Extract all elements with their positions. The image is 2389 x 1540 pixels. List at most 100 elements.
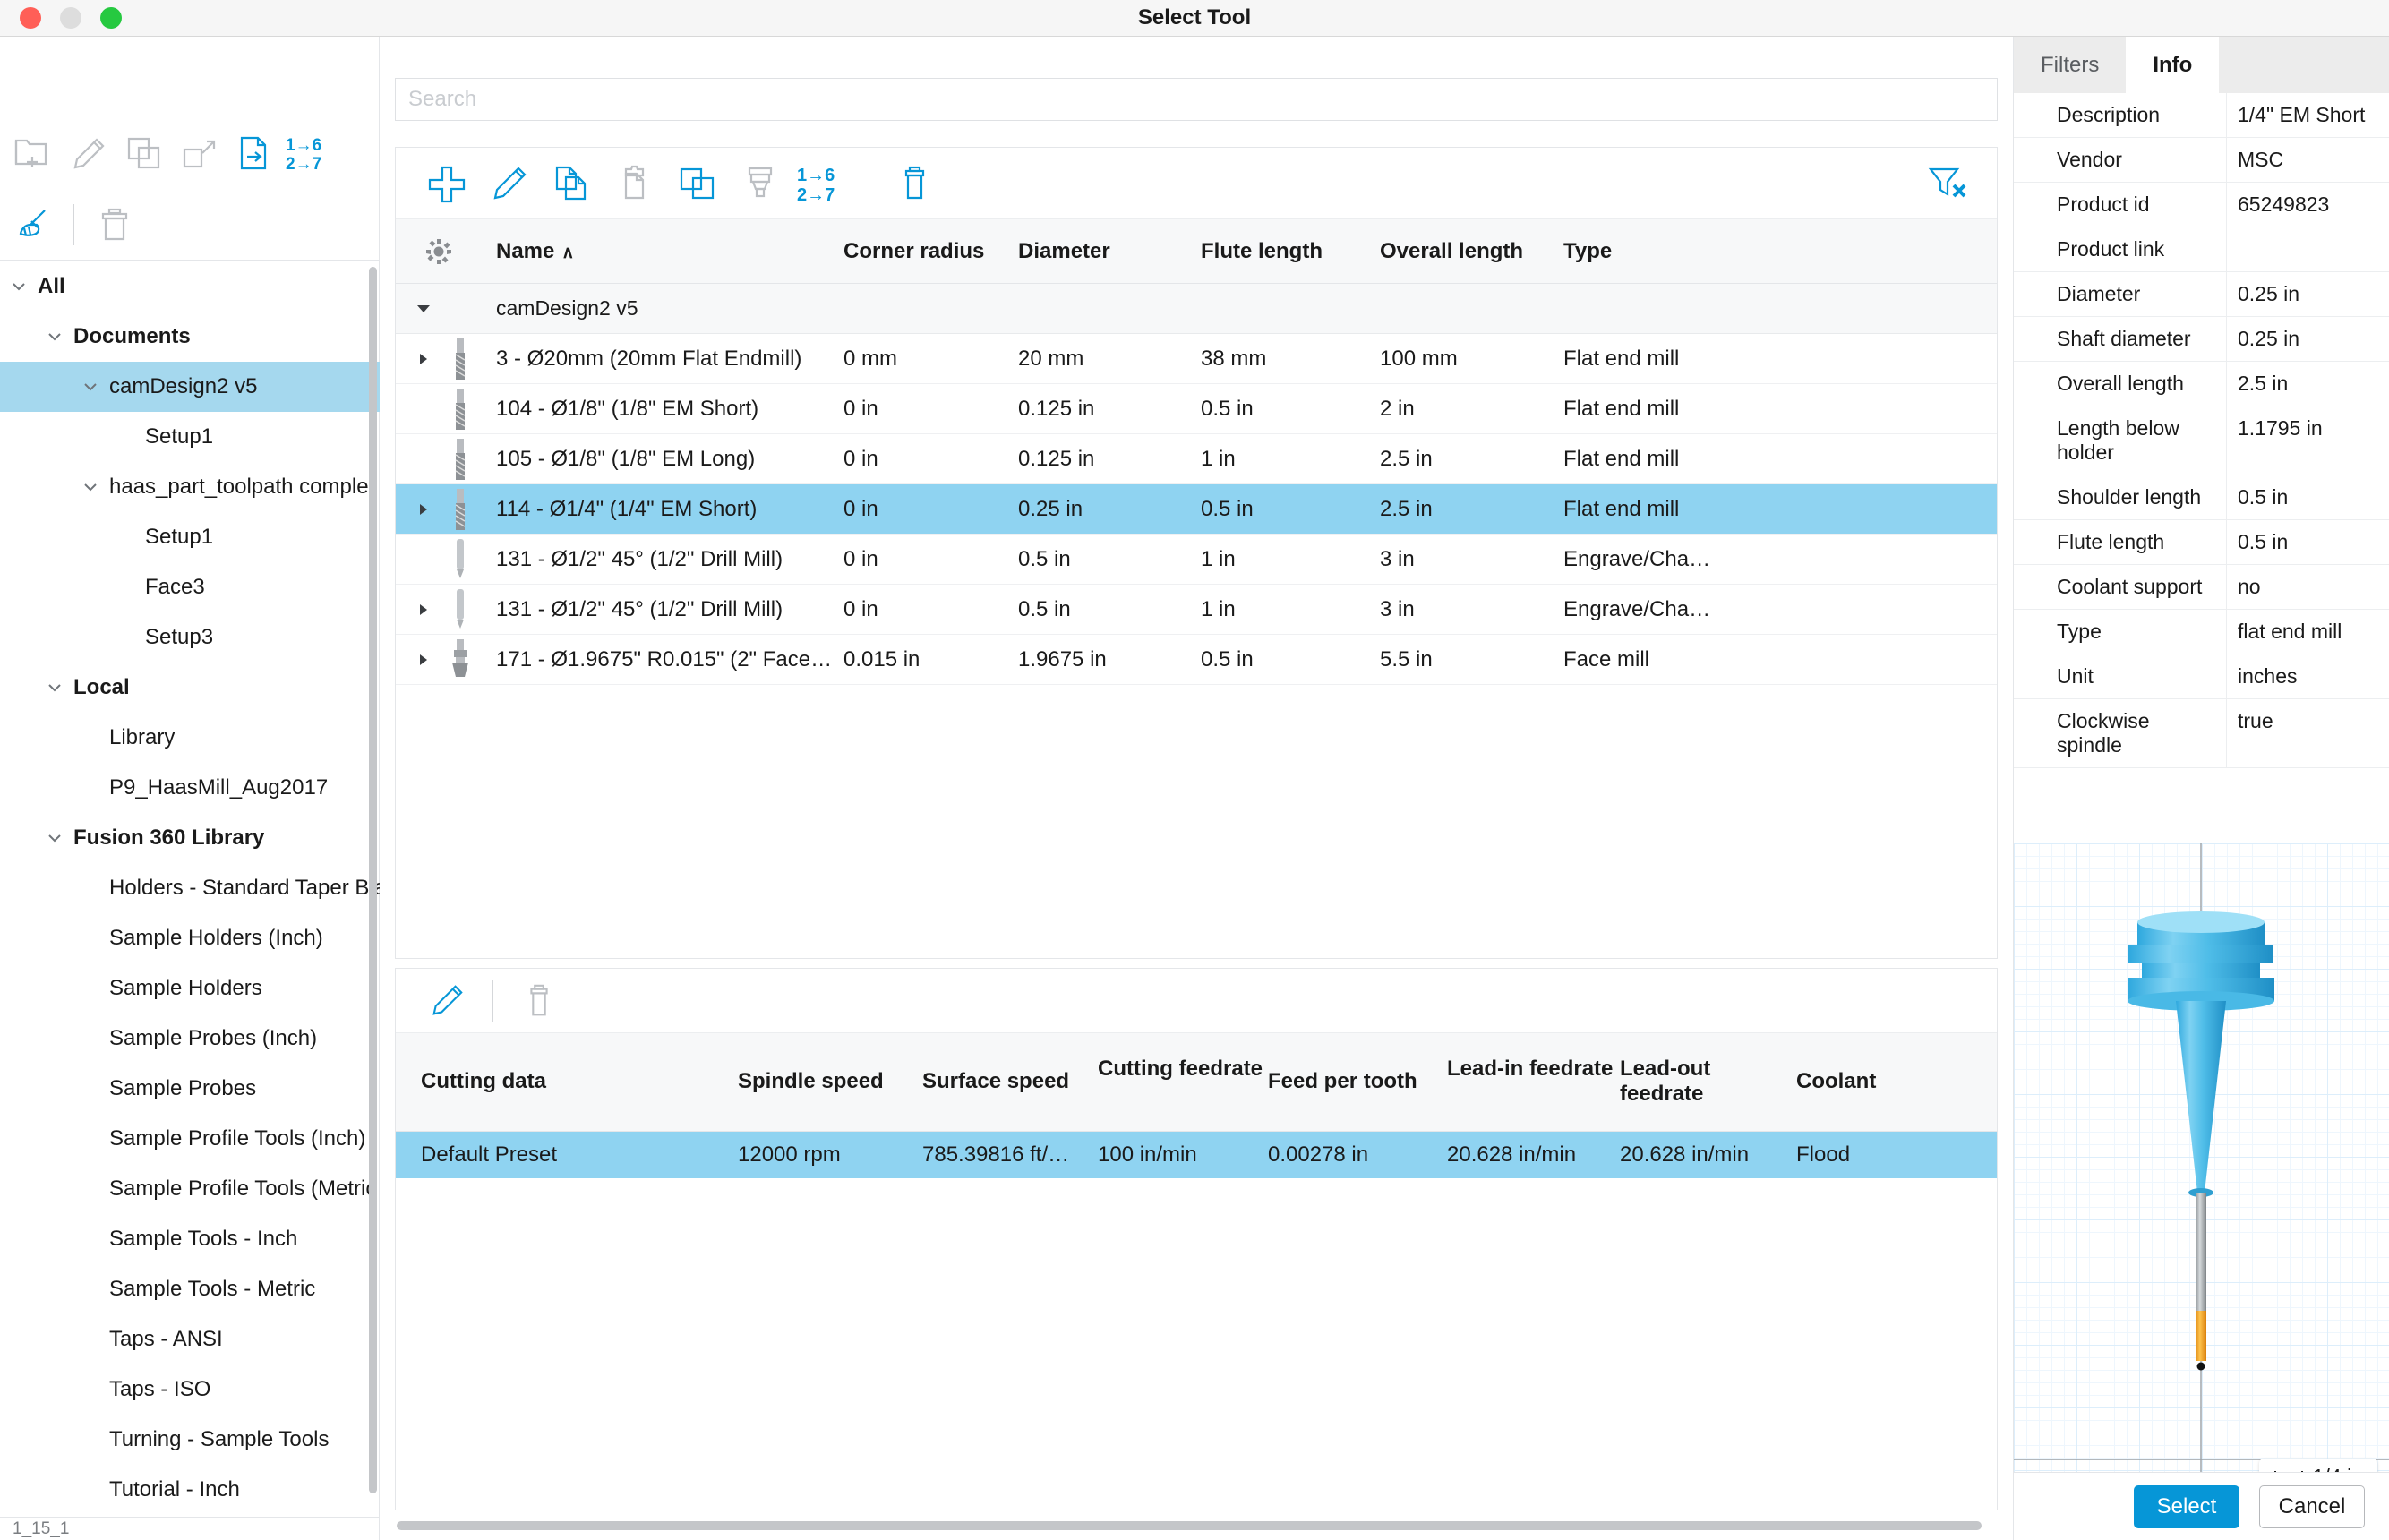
tool-3d-preview[interactable]: 1/4 in <box>2014 843 2389 1511</box>
column-header-cutting-feedrate[interactable]: Cutting feedrate <box>1098 1033 1268 1082</box>
new-folder-button[interactable] <box>5 125 61 181</box>
edit-pencil-button[interactable] <box>415 971 478 1031</box>
table-row[interactable]: 3 - Ø20mm (20mm Flat Endmill) 0 mm 20 mm 38… <box>396 334 1997 384</box>
info-table: Description 1/4" EM Short Vendor MSC Product… <box>2014 93 2389 768</box>
chevron-down-icon[interactable] <box>43 826 66 850</box>
chevron-down-icon[interactable] <box>79 375 102 398</box>
endmill-icon <box>439 487 482 532</box>
tree-item-library[interactable]: Library <box>0 713 380 763</box>
tree-item-sample-profile-tools-metric[interactable]: Sample Profile Tools (Metric <box>0 1164 380 1214</box>
table-row[interactable]: 114 - Ø1/4" (1/4" EM Short) 0 in 0.25 in 0.… <box>396 484 1997 535</box>
cancel-button[interactable]: Cancel <box>2259 1484 2365 1528</box>
tree-item-local[interactable]: Local <box>0 663 380 713</box>
minimize-window-button[interactable] <box>60 7 81 29</box>
tree-item-holders-standard-taper-bla[interactable]: Holders - Standard Taper Bla <box>0 863 380 913</box>
edit-pencil-button[interactable] <box>61 125 116 181</box>
delete-trash-button[interactable] <box>508 971 570 1031</box>
row-expand-icon[interactable] <box>408 653 439 667</box>
info-row: Clockwise spindle true <box>2014 699 2389 768</box>
tree-item-documents[interactable]: Documents <box>0 312 380 362</box>
edit-pencil-button[interactable] <box>478 154 541 213</box>
tree-item-sample-profile-tools-inch[interactable]: Sample Profile Tools (Inch) <box>0 1114 380 1164</box>
tree-item-sample-tools-metric[interactable]: Sample Tools - Metric <box>0 1264 380 1314</box>
tree-item-setup3[interactable]: Setup3 <box>0 612 380 663</box>
delete-trash-button[interactable] <box>87 197 142 252</box>
tree-item-tutorial-inch[interactable]: Tutorial - Inch <box>0 1465 380 1515</box>
tree-item-sample-tools-inch[interactable]: Sample Tools - Inch <box>0 1214 380 1264</box>
tree-item-taps-ansi[interactable]: Taps - ANSI <box>0 1314 380 1365</box>
column-header-cutting-data[interactable]: Cutting data <box>396 1033 738 1094</box>
table-row[interactable]: 171 - Ø1.9675" R0.015" (2" Face… 0.015 in… <box>396 635 1997 685</box>
column-header-corner-radius[interactable]: Corner radius <box>843 239 1018 264</box>
renumber-button[interactable]: 1→6 2→7 <box>283 125 338 181</box>
tab-filters[interactable]: Filters <box>2014 37 2127 93</box>
column-header-name[interactable]: Name ∧ <box>482 239 843 264</box>
copy-button[interactable] <box>116 125 172 181</box>
chevron-down-icon[interactable] <box>43 325 66 348</box>
tool-table-toolbar: 1→6 2→7 <box>396 148 1997 219</box>
column-header-coolant[interactable]: Coolant <box>1796 1033 1997 1094</box>
column-header-diameter[interactable]: Diameter <box>1018 239 1201 264</box>
window-title: Select Tool <box>1137 5 1252 30</box>
tree-item-setup1[interactable]: Setup1 <box>0 512 380 562</box>
tree-item-face3[interactable]: Face3 <box>0 562 380 612</box>
tree-item-sample-probes-inch[interactable]: Sample Probes (Inch) <box>0 1014 380 1064</box>
tree-item-setup1[interactable]: Setup1 <box>0 412 380 462</box>
row-expand-icon[interactable] <box>408 352 439 366</box>
library-tree[interactable]: All Documents camDesign2 v5 Setup1 haas_part… <box>0 261 380 1517</box>
column-header-feed-per-tooth[interactable]: Feed per tooth <box>1268 1033 1447 1094</box>
close-window-button[interactable] <box>20 7 41 29</box>
tree-item-fusion-360-library[interactable]: Fusion 360 Library <box>0 813 380 863</box>
table-row[interactable]: 104 - Ø1/8" (1/8" EM Short) 0 in 0.125 in 0… <box>396 384 1997 434</box>
delete-trash-button[interactable] <box>884 154 946 213</box>
tree-item-sample-holders-inch[interactable]: Sample Holders (Inch) <box>0 913 380 963</box>
tree-item-all[interactable]: All <box>0 261 380 312</box>
column-header-flute-length[interactable]: Flute length <box>1201 239 1380 264</box>
scrollbar-thumb[interactable] <box>397 1521 1982 1530</box>
group-collapse-icon[interactable] <box>408 301 439 317</box>
column-header-type[interactable]: Type <box>1563 239 1997 264</box>
column-header-lead-in-feedrate[interactable]: Lead-in feedrate <box>1447 1033 1620 1082</box>
table-row[interactable]: 131 - Ø1/2" 45° (1/2" Drill Mill) 0 in 0.5… <box>396 535 1997 585</box>
column-header-lead-out-feedrate[interactable]: Lead-out feedrate <box>1620 1033 1796 1107</box>
tree-item-taps-iso[interactable]: Taps - ISO <box>0 1365 380 1415</box>
row-expand-icon[interactable] <box>408 603 439 617</box>
column-header-spindle-speed[interactable]: Spindle speed <box>738 1033 922 1094</box>
zoom-window-button[interactable] <box>100 7 122 29</box>
scrollbar-thumb[interactable] <box>369 267 377 1493</box>
table-row[interactable]: 105 - Ø1/8" (1/8" EM Long) 0 in 0.125 in 1 … <box>396 434 1997 484</box>
column-header-surface-speed[interactable]: Surface speed <box>922 1033 1098 1094</box>
table-row[interactable]: Default Preset 12000 rpm 785.39816 ft/… 100… <box>396 1132 1997 1178</box>
tool-table-group-row[interactable]: camDesign2 v5 <box>396 284 1997 334</box>
paste-button[interactable] <box>604 154 666 213</box>
tree-item-sample-probes[interactable]: Sample Probes <box>0 1064 380 1114</box>
filter-clear-button[interactable] <box>1920 157 1979 210</box>
cell-flute-length: 1 in <box>1201 546 1236 571</box>
holder-button[interactable] <box>729 154 792 213</box>
select-button[interactable]: Select <box>2134 1484 2239 1528</box>
duplicate-button[interactable] <box>666 154 729 213</box>
tree-item-sample-holders[interactable]: Sample Holders <box>0 963 380 1014</box>
tree-item-camdesign2-v5[interactable]: camDesign2 v5 <box>0 362 380 412</box>
table-row[interactable]: 131 - Ø1/2" 45° (1/2" Drill Mill) 0 in 0.5… <box>396 585 1997 635</box>
search-input[interactable] <box>395 78 1998 121</box>
renumber-button[interactable]: 1→6 2→7 <box>792 154 854 213</box>
chevron-down-icon[interactable] <box>79 475 102 499</box>
paste-button[interactable] <box>172 125 227 181</box>
copy-button[interactable] <box>541 154 604 213</box>
row-expand-icon[interactable] <box>408 502 439 517</box>
chevron-down-icon[interactable] <box>43 676 66 699</box>
tree-item-haas-part-toolpath-comple[interactable]: haas_part_toolpath comple <box>0 462 380 512</box>
column-header-overall-length[interactable]: Overall length <box>1380 239 1563 264</box>
horizontal-scrollbar[interactable] <box>395 1520 1998 1531</box>
tab-info[interactable]: Info <box>2126 37 2220 93</box>
cleanup-broom-button[interactable] <box>5 197 61 252</box>
export-button[interactable] <box>227 125 283 181</box>
chevron-down-icon[interactable] <box>7 275 30 298</box>
tree-item-p9-haasmill-aug2017[interactable]: P9_HaasMill_Aug2017 <box>0 763 380 813</box>
tree-item-turning-sample-tools[interactable]: Turning - Sample Tools <box>0 1415 380 1465</box>
cell-corner-radius: 0 in <box>843 596 878 621</box>
library-tree-scrollbar[interactable] <box>368 261 378 1517</box>
add-tool-button[interactable] <box>415 154 478 213</box>
column-settings-gear-icon[interactable] <box>396 238 482 265</box>
